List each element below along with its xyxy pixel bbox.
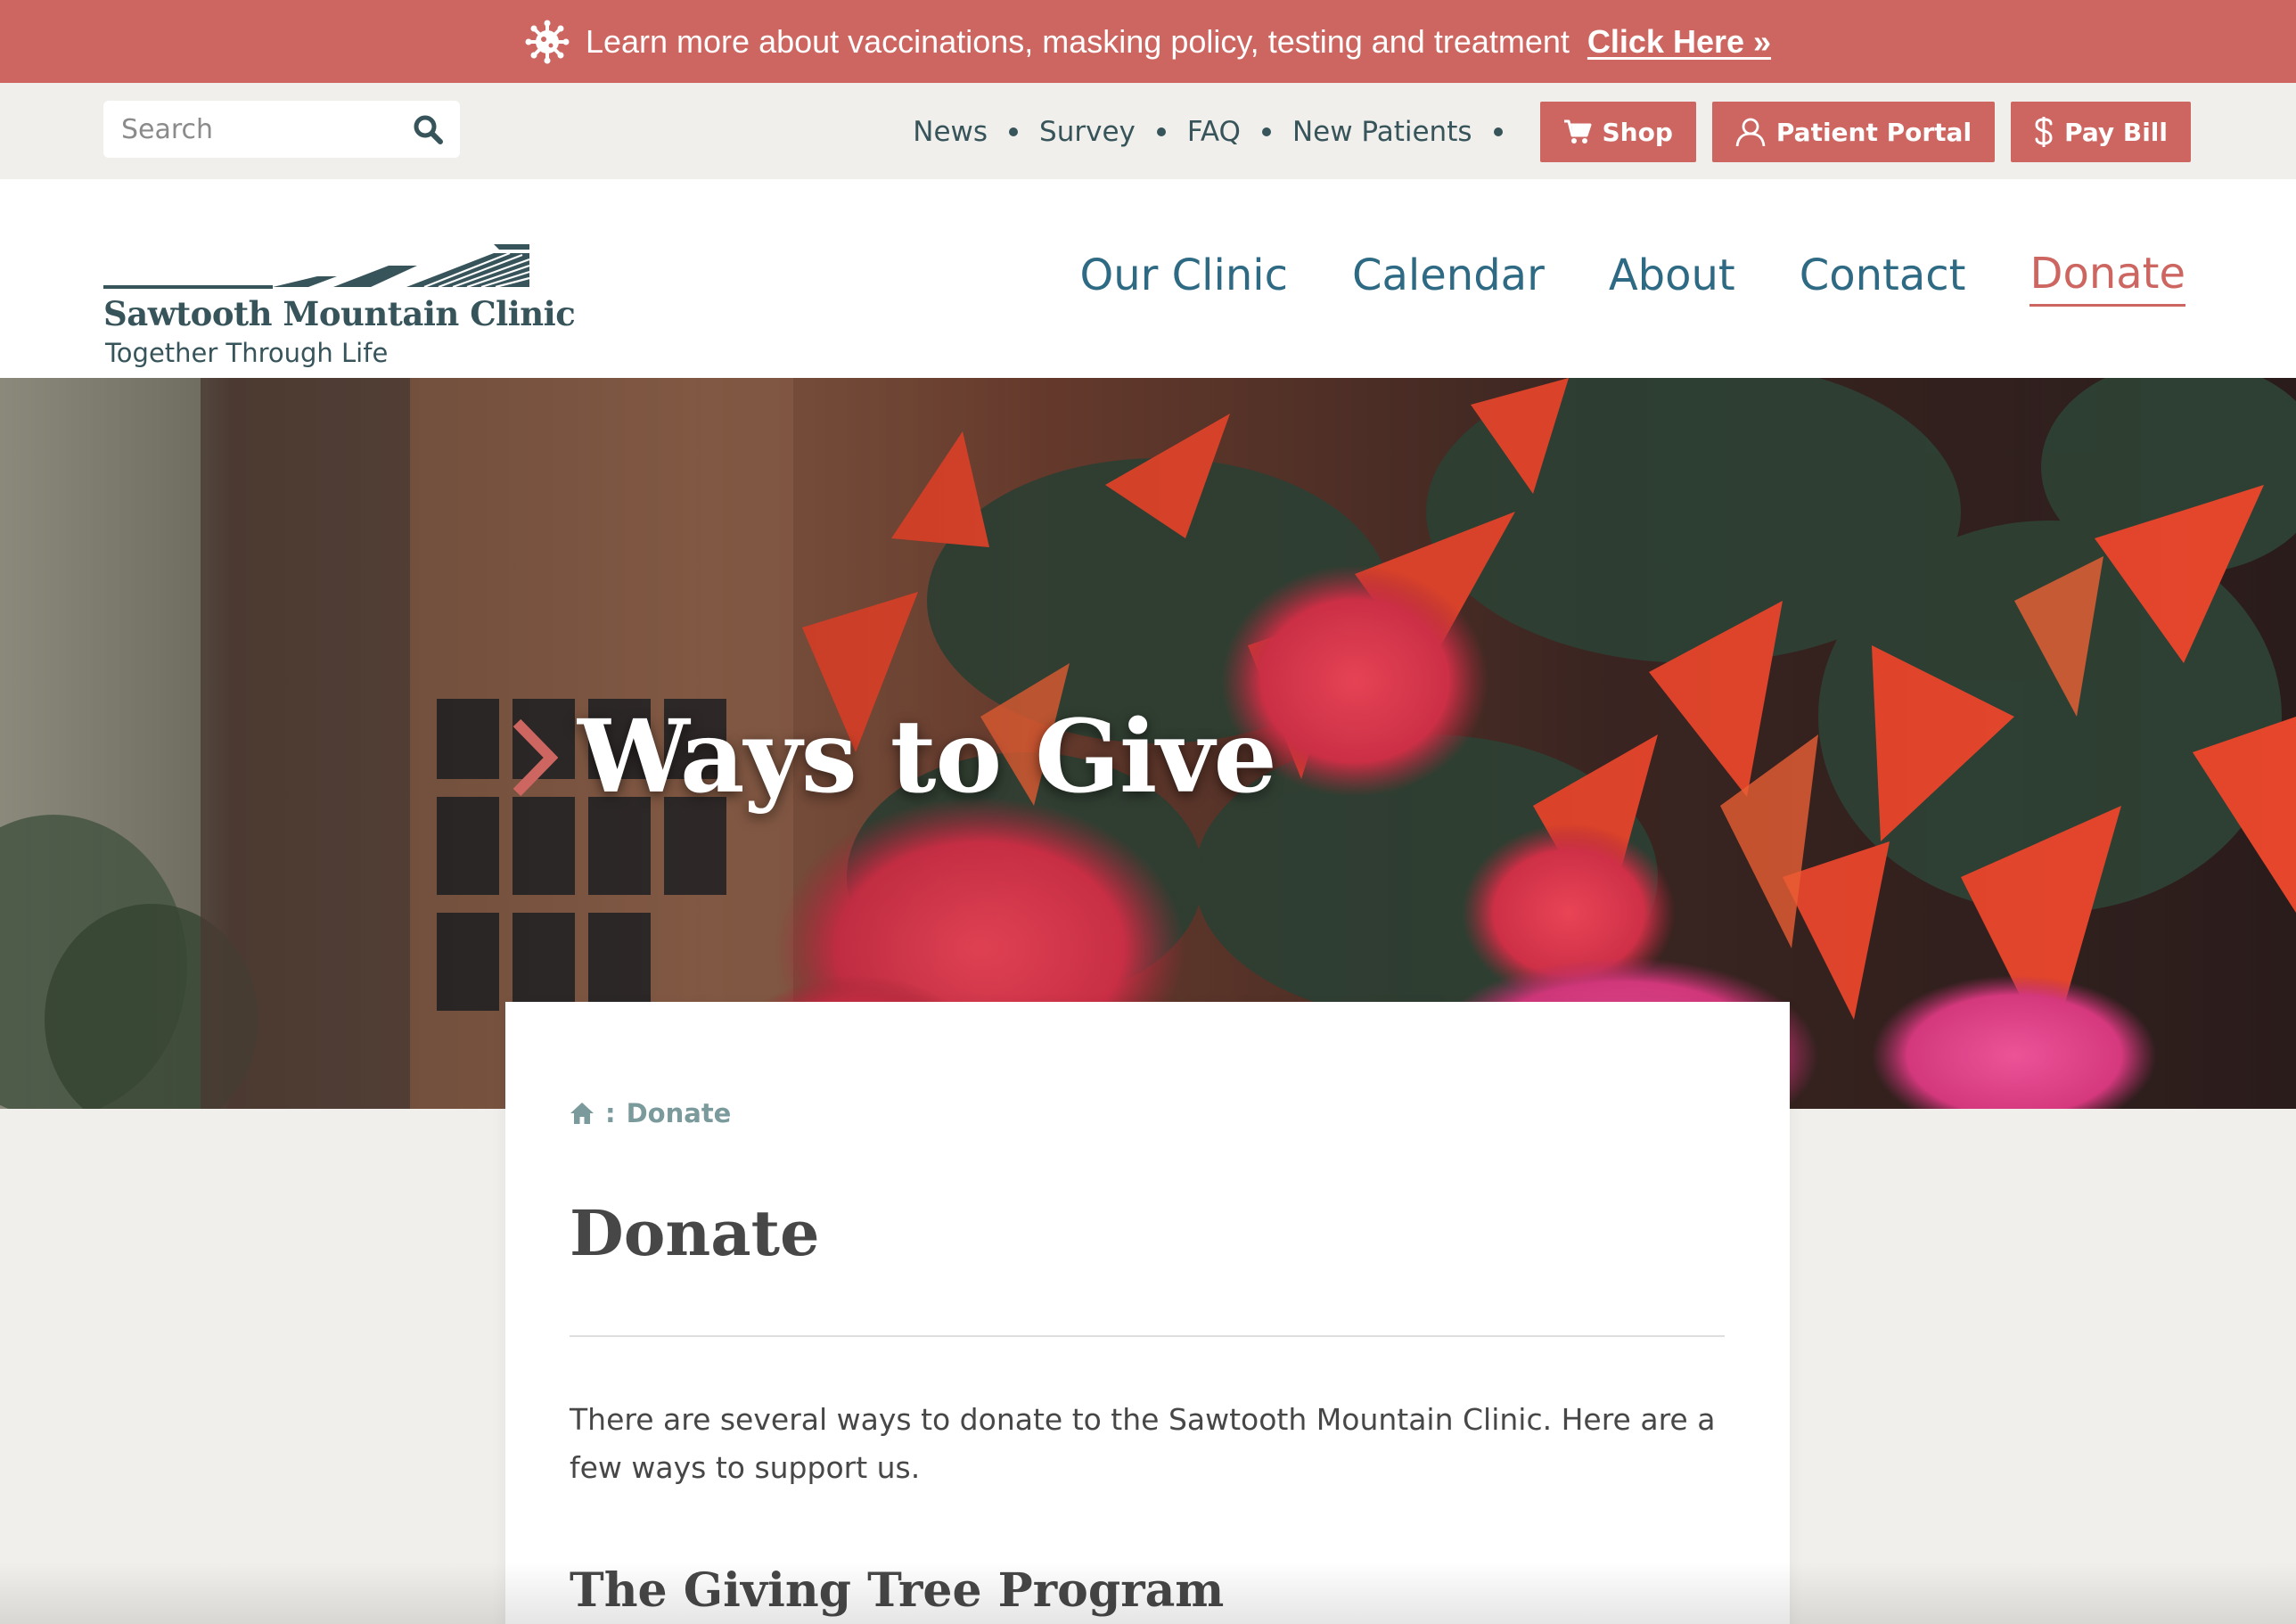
logo-name: Sawtooth Mountain Clinic	[103, 294, 576, 333]
nav-separator-dot	[1261, 127, 1271, 136]
search-icon[interactable]	[412, 113, 444, 145]
virus-icon	[525, 20, 570, 63]
nav-separator-dot	[1493, 127, 1503, 136]
page-title: Donate	[570, 1196, 820, 1270]
util-link-survey[interactable]: Survey	[1039, 116, 1136, 148]
utility-nav: News Survey FAQ New Patients Shop Patien…	[913, 101, 2191, 163]
divider	[570, 1335, 1725, 1337]
alert-click-here-link[interactable]: Click Here »	[1587, 23, 1771, 61]
alert-text: Learn more about vaccinations, masking p…	[585, 22, 1570, 60]
chevron-right-icon	[512, 718, 558, 796]
hero-banner: Ways to Give	[0, 378, 2296, 1109]
home-icon[interactable]	[570, 1102, 594, 1125]
user-icon	[1735, 118, 1766, 147]
hero-title-wrap: Ways to Give	[510, 699, 1277, 816]
patient-portal-button[interactable]: Patient Portal	[1711, 102, 1996, 162]
content-card: : Donate Donate There are several ways t…	[505, 1002, 1790, 1624]
breadcrumb-current: Donate	[626, 1098, 732, 1128]
breadcrumb: : Donate	[570, 1098, 731, 1128]
nav-about[interactable]: About	[1609, 250, 1735, 306]
pay-bill-button[interactable]: Pay Bill	[2011, 102, 2191, 162]
site-logo[interactable]: Sawtooth Mountain Clinic Together Throug…	[103, 210, 576, 368]
nav-contact[interactable]: Contact	[1800, 250, 1966, 306]
intro-paragraph: There are several ways to donate to the …	[570, 1402, 1716, 1485]
hero-title: Ways to Give	[578, 699, 1277, 816]
util-link-news[interactable]: News	[913, 116, 988, 148]
dollar-icon	[2035, 117, 2053, 147]
patient-portal-label: Patient Portal	[1775, 117, 1972, 147]
nav-separator-dot	[1156, 127, 1166, 136]
shop-button[interactable]: Shop	[1539, 102, 1696, 162]
main-nav: Our Clinic Calendar About Contact Donate	[1015, 249, 2185, 307]
search-box	[103, 101, 460, 158]
utility-bar: News Survey FAQ New Patients Shop Patien…	[0, 83, 2296, 179]
nav-separator-dot	[1009, 127, 1019, 136]
search-input[interactable]	[103, 101, 398, 158]
breadcrumb-separator: :	[605, 1098, 616, 1128]
cart-icon	[1563, 119, 1592, 144]
util-link-new-patients[interactable]: New Patients	[1292, 116, 1472, 148]
nav-our-clinic[interactable]: Our Clinic	[1079, 250, 1288, 306]
util-link-faq[interactable]: FAQ	[1187, 116, 1241, 148]
alert-bar: Learn more about vaccinations, masking p…	[0, 0, 2296, 83]
nav-calendar[interactable]: Calendar	[1352, 250, 1545, 306]
logo-tagline: Together Through Life	[105, 338, 389, 368]
nav-donate[interactable]: Donate	[2030, 249, 2185, 307]
main-header: Sawtooth Mountain Clinic Together Throug…	[0, 179, 2296, 378]
shop-button-label: Shop	[1602, 117, 1673, 147]
pay-bill-label: Pay Bill	[2064, 117, 2168, 147]
section-heading: The Giving Tree Program	[570, 1563, 1225, 1618]
mountain-logo-icon	[103, 244, 530, 289]
alert-content: Learn more about vaccinations, masking p…	[525, 20, 1771, 64]
